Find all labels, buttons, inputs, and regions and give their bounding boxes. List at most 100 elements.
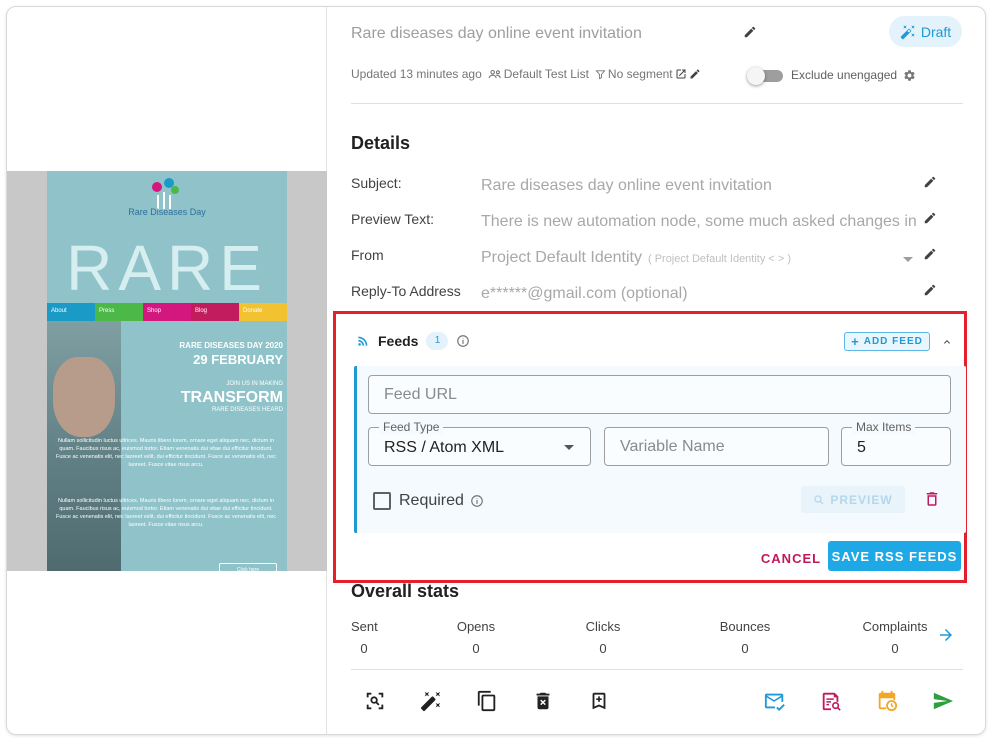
header-divider	[351, 103, 963, 104]
exclude-unengaged-label: Exclude unengaged	[791, 68, 916, 82]
stat-complaints: Complaints 0	[851, 619, 939, 656]
exclude-unengaged-toggle[interactable]	[747, 67, 783, 85]
stat-value: 0	[741, 641, 749, 656]
send-icon[interactable]	[931, 689, 955, 713]
required-label-group: Required	[399, 492, 484, 510]
max-items-legend: Max Items	[852, 420, 916, 434]
required-checkbox[interactable]	[373, 492, 391, 510]
list-name: Default Test List	[503, 67, 589, 81]
list-info[interactable]: Default Test List	[488, 67, 589, 81]
email-nav-item: About	[47, 303, 95, 321]
stat-sent: Sent 0	[351, 619, 378, 656]
magic-wand-icon[interactable]	[419, 689, 443, 713]
preview-text-label: Preview Text:	[351, 211, 434, 227]
email-join-text: JOIN US IN MAKING	[226, 381, 283, 387]
updated-text: Updated 13 minutes ago	[351, 67, 482, 81]
segment-info[interactable]: No segment	[595, 67, 701, 81]
feed-url-input[interactable]: Feed URL	[368, 375, 951, 414]
max-items-value: 5	[857, 439, 866, 456]
portrait-face	[53, 357, 115, 437]
stat-bounces: Bounces 0	[711, 619, 779, 656]
filter-icon	[595, 69, 606, 79]
from-label: From	[351, 247, 384, 263]
edit-reply-to-pencil-icon[interactable]	[921, 281, 939, 299]
stats-row: Sent 0 Opens 0 Clicks 0 Bounces 0 Compla…	[351, 619, 963, 659]
edit-title-pencil-icon[interactable]	[741, 23, 759, 41]
stat-value: 0	[472, 641, 480, 656]
stat-opens: Opens 0	[451, 619, 501, 656]
arrow-right-icon[interactable]	[937, 626, 955, 644]
caret-down-icon	[564, 445, 574, 450]
delete-feed-icon[interactable]	[923, 490, 941, 508]
zoom-preview-icon[interactable]	[363, 689, 387, 713]
stat-value: 0	[891, 641, 899, 656]
info-icon[interactable]	[456, 334, 470, 348]
reply-to-value[interactable]: e******@gmail.com (optional)	[481, 285, 924, 303]
email-cta-button: Click here	[219, 563, 277, 571]
status-badge[interactable]: Draft	[889, 16, 962, 47]
email-transform-text: TRANSFORM	[180, 389, 283, 406]
from-dropdown-caret-icon[interactable]	[903, 257, 913, 262]
toggle-knob	[747, 67, 765, 85]
copy-icon[interactable]	[475, 689, 499, 713]
email-preview-frame[interactable]: Rare Diseases Day RARE About Press Shop …	[7, 171, 327, 571]
segment-name: No segment	[607, 67, 673, 81]
stat-label: Clicks	[585, 619, 621, 634]
feeds-header[interactable]: Feeds 1	[356, 332, 470, 350]
feed-item: Feed URL Feed Type RSS / Atom XML Variab…	[354, 366, 966, 533]
gear-icon[interactable]	[903, 69, 916, 82]
add-feed-button[interactable]: + ADD FEED	[844, 332, 930, 351]
email-preview-pane: Rare Diseases Day RARE About Press Shop …	[7, 7, 327, 734]
email-headline-block: RARE DISEASES DAY 2020 29 FEBRUARY JOIN …	[125, 341, 283, 413]
reply-to-label: Reply-To Address	[351, 283, 461, 299]
info-icon[interactable]	[470, 494, 484, 508]
from-value: Project Default Identity	[481, 249, 642, 266]
subject-value[interactable]: Rare diseases day online event invitatio…	[481, 177, 924, 195]
status-badge-label: Draft	[920, 23, 952, 40]
open-external-icon[interactable]	[675, 68, 687, 80]
email-event-name: RARE DISEASES DAY 2020	[179, 341, 283, 350]
preview-button[interactable]: PREVIEW	[801, 486, 905, 513]
stat-value: 0	[599, 641, 607, 656]
email-hero-word: RARE	[66, 232, 268, 304]
stat-label: Complaints	[862, 619, 928, 634]
save-rss-feeds-button[interactable]: SAVE RSS FEEDS	[828, 541, 961, 571]
email-logo-text: Rare Diseases Day	[128, 207, 206, 217]
email-navbar: About Press Shop Blog Donate	[47, 303, 287, 321]
delete-icon[interactable]	[531, 689, 555, 713]
feed-type-legend: Feed Type	[379, 420, 444, 434]
edit-segment-pencil-icon[interactable]	[689, 68, 701, 80]
edit-preview-text-pencil-icon[interactable]	[921, 209, 939, 227]
feed-type-select[interactable]: Feed Type RSS / Atom XML	[368, 420, 591, 466]
variable-name-placeholder: Variable Name	[620, 438, 725, 455]
edit-from-pencil-icon[interactable]	[921, 245, 939, 263]
bookmark-icon[interactable]	[587, 689, 611, 713]
stat-label: Bounces	[719, 619, 771, 634]
preview-text-value[interactable]: There is new automation node, some much …	[481, 213, 921, 231]
from-select[interactable]: Project Default Identity ( Project Defaul…	[481, 249, 901, 267]
details-heading: Details	[351, 133, 411, 153]
feeds-title: Feeds	[378, 333, 419, 349]
edit-subject-pencil-icon[interactable]	[921, 173, 939, 191]
email-paragraph: Nullam sollicitudin luctus ultrices. Mau…	[55, 438, 276, 468]
magic-wand-icon	[900, 24, 915, 39]
email-nav-item: Press	[95, 303, 143, 321]
email-event-date: 29 FEBRUARY	[193, 352, 283, 367]
chevron-up-icon[interactable]	[941, 336, 953, 348]
schedule-icon[interactable]	[875, 689, 899, 713]
email-nav-item: Shop	[143, 303, 191, 321]
test-email-icon[interactable]	[763, 689, 787, 713]
stat-label: Opens	[456, 619, 496, 634]
add-feed-label: ADD FEED	[863, 336, 923, 347]
feeds-count-badge: 1	[426, 332, 449, 350]
stat-clicks: Clicks 0	[583, 619, 623, 656]
stat-label: Sent	[351, 619, 378, 634]
email-thumbnail: Rare Diseases Day RARE About Press Shop …	[47, 171, 287, 571]
variable-name-input[interactable]: Variable Name	[604, 427, 829, 466]
campaign-card: Rare Diseases Day RARE About Press Shop …	[6, 6, 986, 735]
search-icon	[814, 494, 824, 504]
review-icon[interactable]	[819, 689, 843, 713]
stat-value: 0	[360, 641, 368, 656]
cancel-button[interactable]: CANCEL	[746, 544, 836, 572]
max-items-input[interactable]: Max Items 5	[841, 420, 951, 466]
